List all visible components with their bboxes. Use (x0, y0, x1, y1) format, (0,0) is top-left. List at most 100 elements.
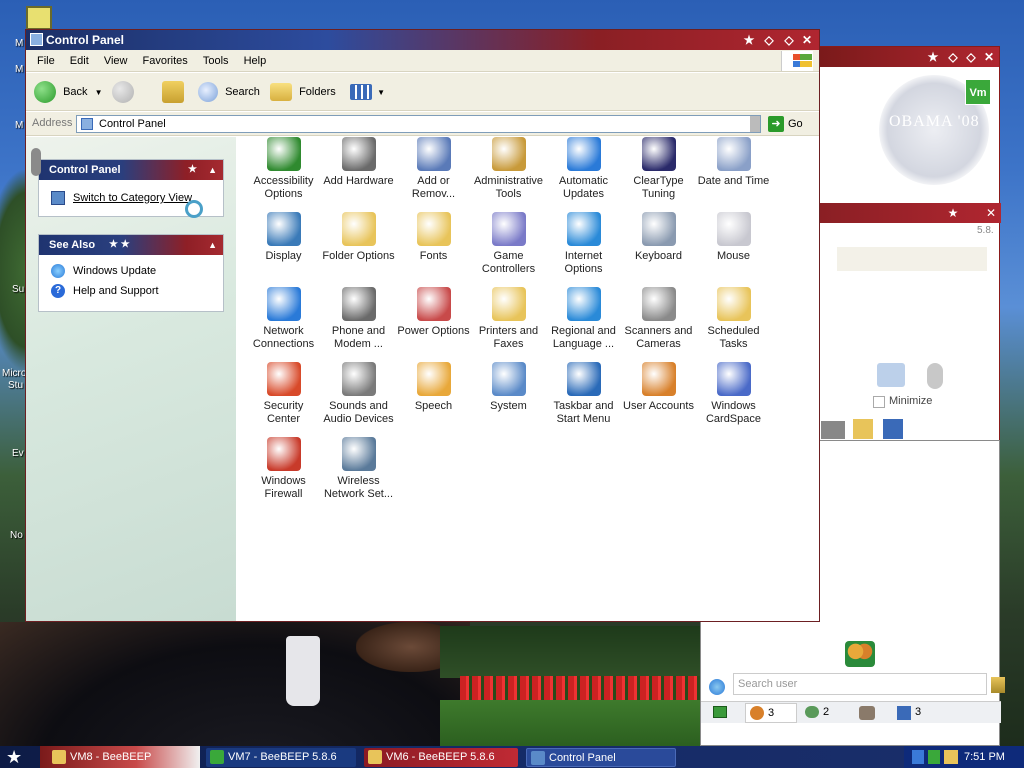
control-panel-item[interactable]: Date and Time (696, 137, 771, 188)
windows-update-link[interactable]: Windows Update (39, 261, 223, 281)
control-panel-item[interactable]: Speech (396, 362, 471, 413)
control-panel-item[interactable]: Accessibility Options (246, 137, 321, 201)
control-panel-item[interactable]: Scheduled Tasks (696, 287, 771, 351)
control-panel-item[interactable]: Phone and Modem ... (321, 287, 396, 351)
beebeep-titlebar[interactable]: ★ ◇ ◇ ✕ (819, 47, 999, 67)
desktop-label-3[interactable]: M (15, 120, 23, 131)
menu-file[interactable]: File (31, 50, 61, 72)
desktop-label-7[interactable]: Ev (12, 448, 24, 459)
help-and-support-link[interactable]: ? Help and Support (39, 281, 223, 301)
maximize-icon[interactable]: ◇ (781, 32, 797, 48)
control-panel-item-label: Fonts (419, 250, 448, 262)
desktop-shortcut-icon[interactable] (26, 6, 52, 30)
desktop-label-6[interactable]: Stu (8, 380, 23, 391)
minimize-icon[interactable]: ◇ (761, 32, 777, 48)
control-panel-item[interactable]: Network Connections (246, 287, 321, 351)
tray-vm-icon[interactable] (928, 750, 940, 764)
control-panel-item[interactable]: Power Options (396, 287, 471, 338)
control-panel-item[interactable]: Sounds and Audio Devices (321, 362, 396, 426)
beebeep-inner-titlebar[interactable]: ★ ✕ (819, 203, 1001, 223)
save-icon[interactable] (883, 419, 903, 439)
tray-network-icon[interactable] (912, 750, 924, 764)
notes-icon[interactable] (853, 419, 873, 439)
collapse-chevron-icon[interactable]: ▲ (208, 160, 217, 180)
beebeep-icon (368, 750, 382, 764)
control-panel-item-label: Administrative Tools (473, 175, 544, 200)
control-panel-item[interactable]: Windows CardSpace (696, 362, 771, 426)
address-input[interactable]: Control Panel (76, 115, 761, 133)
control-panel-item[interactable]: Security Center (246, 362, 321, 426)
menu-edit[interactable]: Edit (64, 50, 95, 72)
keyboard-icon[interactable] (821, 421, 845, 439)
control-panel-item[interactable]: Automatic Updates (546, 137, 621, 201)
desktop-label-1[interactable]: M (15, 38, 23, 49)
tray-beebeep-icon[interactable] (944, 750, 958, 764)
minimize-checkbox[interactable] (873, 396, 885, 408)
control-panel-titlebar[interactable]: Control Panel ★ ◇ ◇ ✕ (26, 30, 819, 50)
users-count-tab[interactable]: 3 (745, 703, 797, 723)
control-panel-item[interactable]: System (471, 362, 546, 413)
control-panel-item[interactable]: Keyboard (621, 212, 696, 263)
control-panel-item[interactable]: Internet Options (546, 212, 621, 276)
control-panel-item[interactable]: Wireless Network Set... (321, 437, 396, 501)
forward-button[interactable] (112, 80, 134, 104)
maximize-icon[interactable]: ◇ (963, 49, 979, 65)
control-panel-item[interactable]: Game Controllers (471, 212, 546, 276)
clear-search-icon[interactable] (991, 677, 1005, 693)
minimize-icon[interactable]: ◇ (945, 49, 961, 65)
menu-tools[interactable]: Tools (197, 50, 235, 72)
beebeep-icon (52, 750, 66, 764)
control-panel-item[interactable]: Scanners and Cameras (621, 287, 696, 351)
control-panel-item[interactable]: Add or Remov... (396, 137, 471, 201)
control-panel-item[interactable]: ClearType Tuning (621, 137, 696, 201)
shares-count-tab[interactable]: 3 (891, 703, 937, 723)
chevron-down-icon[interactable]: ▼ (377, 88, 385, 97)
task-control-panel[interactable]: Control Panel (526, 748, 676, 767)
go-button[interactable]: ➜ Go (766, 115, 803, 133)
desktop-label-5[interactable]: Micro (2, 368, 26, 379)
groups-tab[interactable] (847, 703, 889, 723)
see-also-header[interactable]: See Also ★ ★ ▲ (39, 235, 223, 255)
menu-view[interactable]: View (98, 50, 134, 72)
control-panel-item[interactable]: Printers and Faxes (471, 287, 546, 351)
task-vm7[interactable]: VM7 - BeeBEEP 5.8.6 (206, 748, 356, 767)
chevron-down-icon[interactable]: ▼ (95, 88, 103, 97)
control-panel-item[interactable]: Mouse (696, 212, 771, 263)
search-user-input[interactable]: Search user (733, 673, 987, 695)
task-vm8[interactable]: VM8 - BeeBEEP (48, 748, 198, 767)
control-panel-item[interactable]: Fonts (396, 212, 471, 263)
switch-view-icon (51, 191, 65, 205)
desktop-label-2[interactable]: M (15, 64, 23, 75)
status-online-icon[interactable] (713, 706, 727, 718)
control-panel-window[interactable]: Control Panel ★ ◇ ◇ ✕ File Edit View Fav… (25, 29, 820, 622)
close-icon[interactable]: ✕ (981, 49, 997, 65)
address-dropdown-icon[interactable] (750, 116, 760, 132)
task-vm6[interactable]: VM6 - BeeBEEP 5.8.6 (364, 748, 518, 767)
folders-button[interactable]: Folders (270, 80, 336, 104)
control-panel-panel-header[interactable]: Control Panel ★ ▲ (39, 160, 223, 180)
control-panel-item[interactable]: Taskbar and Start Menu (546, 362, 621, 426)
control-panel-item[interactable]: Add Hardware (321, 137, 396, 188)
control-panel-item[interactable]: Windows Firewall (246, 437, 321, 501)
beebeep-window-background[interactable]: ★ ◇ ◇ ✕ OBAMA '08 Vm ★ ✕ 5.8. Minimize (818, 46, 1001, 468)
screenshot-icon[interactable] (877, 363, 905, 387)
control-panel-item[interactable]: Regional and Language ... (546, 287, 621, 351)
views-button[interactable]: ▼ (350, 80, 385, 104)
start-star-icon[interactable]: ★ (6, 747, 22, 767)
close-icon[interactable]: ✕ (799, 32, 815, 48)
close-icon[interactable]: ✕ (983, 205, 999, 221)
chats-count-tab[interactable]: 2 (801, 703, 843, 723)
control-panel-item[interactable]: User Accounts (621, 362, 696, 413)
control-panel-item[interactable]: Administrative Tools (471, 137, 546, 201)
menu-favorites[interactable]: Favorites (137, 50, 194, 72)
menu-help[interactable]: Help (238, 50, 273, 72)
back-button[interactable]: Back ▼ (34, 80, 103, 104)
search-button[interactable]: Search (198, 80, 260, 104)
up-folder-button[interactable] (162, 80, 184, 104)
control-panel-item[interactable]: Folder Options (321, 212, 396, 263)
control-panel-item[interactable]: Display (246, 212, 321, 263)
collapse-chevron-icon[interactable]: ▲ (208, 235, 217, 255)
microphone-icon[interactable] (927, 363, 943, 389)
desktop-label-8[interactable]: No (10, 530, 23, 541)
desktop-label-4[interactable]: Su (12, 284, 24, 295)
